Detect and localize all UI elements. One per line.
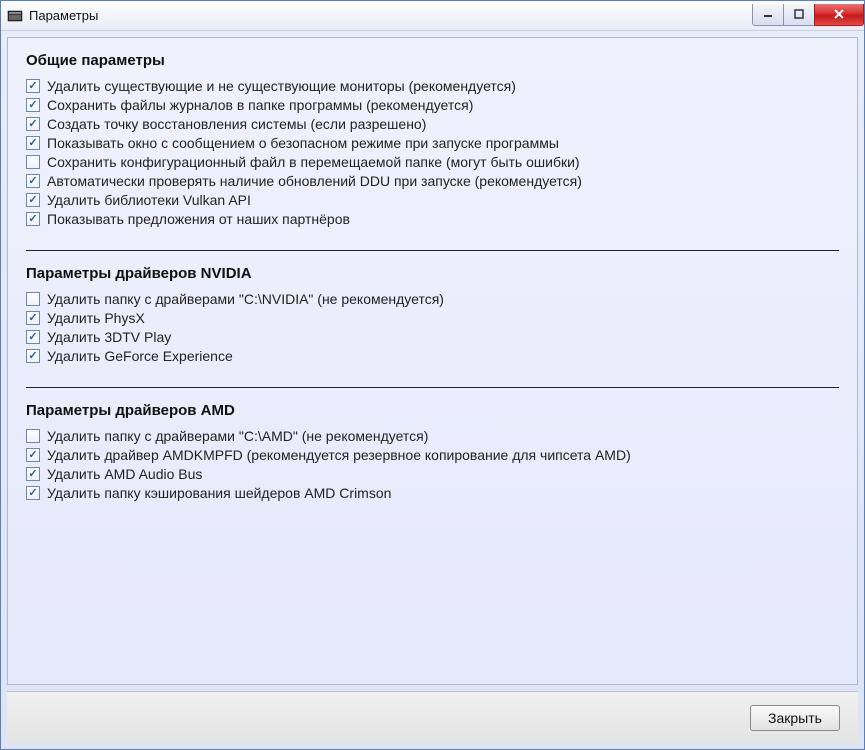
window-close-button[interactable] [814, 4, 864, 26]
checkbox[interactable] [26, 467, 40, 481]
checkbox-label[interactable]: Удалить драйвер AMDKMPFD (рекомендуется … [47, 447, 631, 463]
bottom-bar: Закрыть [7, 691, 858, 743]
checkbox-label[interactable]: Удалить 3DTV Play [47, 329, 171, 345]
section-title-nvidia: Параметры драйверов NVIDIA [26, 265, 839, 282]
close-button[interactable]: Закрыть [750, 705, 840, 731]
checkbox-label[interactable]: Сохранить файлы журналов в папке програм… [47, 97, 473, 113]
checkbox-label[interactable]: Удалить существующие и не существующие м… [47, 78, 516, 94]
checkbox[interactable] [26, 212, 40, 226]
general-option-3: Показывать окно с сообщением о безопасно… [26, 135, 839, 151]
amd-options-list: Удалить папку с драйверами "C:\AMD" (не … [26, 425, 839, 504]
checkbox[interactable] [26, 193, 40, 207]
checkbox-label[interactable]: Удалить папку с драйверами "C:\AMD" (не … [47, 428, 428, 444]
checkbox-label[interactable]: Сохранить конфигурационный файл в переме… [47, 154, 580, 170]
minimize-button[interactable] [752, 4, 784, 26]
nvidia-options-list: Удалить папку с драйверами "C:\NVIDIA" (… [26, 288, 839, 367]
general-option-4: Сохранить конфигурационный файл в переме… [26, 154, 839, 170]
nvidia-option-3: Удалить GeForce Experience [26, 348, 839, 364]
general-option-0: Удалить существующие и не существующие м… [26, 78, 839, 94]
checkbox[interactable] [26, 292, 40, 306]
checkbox-label[interactable]: Автоматически проверять наличие обновлен… [47, 173, 582, 189]
checkbox[interactable] [26, 98, 40, 112]
divider [26, 250, 839, 251]
checkbox-label[interactable]: Показывать предложения от наших партнёро… [47, 211, 350, 227]
checkbox[interactable] [26, 174, 40, 188]
checkbox[interactable] [26, 349, 40, 363]
checkbox-label[interactable]: Удалить папку с драйверами "C:\NVIDIA" (… [47, 291, 444, 307]
general-option-6: Удалить библиотеки Vulkan API [26, 192, 839, 208]
checkbox[interactable] [26, 117, 40, 131]
nvidia-option-0: Удалить папку с драйверами "C:\NVIDIA" (… [26, 291, 839, 307]
general-option-2: Создать точку восстановления системы (ес… [26, 116, 839, 132]
checkbox[interactable] [26, 448, 40, 462]
amd-option-2: Удалить AMD Audio Bus [26, 466, 839, 482]
checkbox-label[interactable]: Удалить GeForce Experience [47, 348, 233, 364]
titlebar: Параметры [1, 1, 864, 31]
checkbox-label[interactable]: Показывать окно с сообщением о безопасно… [47, 135, 559, 151]
general-option-7: Показывать предложения от наших партнёро… [26, 211, 839, 227]
general-options-list: Удалить существующие и не существующие м… [26, 75, 839, 230]
checkbox[interactable] [26, 330, 40, 344]
app-icon [7, 8, 23, 24]
amd-option-3: Удалить папку кэширования шейдеров AMD C… [26, 485, 839, 501]
checkbox[interactable] [26, 429, 40, 443]
checkbox-label[interactable]: Удалить AMD Audio Bus [47, 466, 202, 482]
checkbox-label[interactable]: Удалить PhysX [47, 310, 145, 326]
content-area: Общие параметры Удалить существующие и н… [7, 37, 858, 685]
checkbox[interactable] [26, 136, 40, 150]
section-title-general: Общие параметры [26, 52, 839, 69]
general-option-1: Сохранить файлы журналов в папке програм… [26, 97, 839, 113]
checkbox-label[interactable]: Удалить папку кэширования шейдеров AMD C… [47, 485, 391, 501]
amd-option-0: Удалить папку с драйверами "C:\AMD" (не … [26, 428, 839, 444]
amd-option-1: Удалить драйвер AMDKMPFD (рекомендуется … [26, 447, 839, 463]
checkbox[interactable] [26, 79, 40, 93]
checkbox[interactable] [26, 311, 40, 325]
checkbox-label[interactable]: Удалить библиотеки Vulkan API [47, 192, 251, 208]
nvidia-option-2: Удалить 3DTV Play [26, 329, 839, 345]
checkbox[interactable] [26, 155, 40, 169]
nvidia-option-1: Удалить PhysX [26, 310, 839, 326]
settings-window: Параметры Общие параметры Удалить сущест… [0, 0, 865, 750]
maximize-button[interactable] [783, 4, 815, 26]
window-title: Параметры [29, 8, 98, 23]
section-title-amd: Параметры драйверов AMD [26, 402, 839, 419]
checkbox-label[interactable]: Создать точку восстановления системы (ес… [47, 116, 426, 132]
window-controls [753, 4, 864, 26]
general-option-5: Автоматически проверять наличие обновлен… [26, 173, 839, 189]
checkbox[interactable] [26, 486, 40, 500]
divider [26, 387, 839, 388]
